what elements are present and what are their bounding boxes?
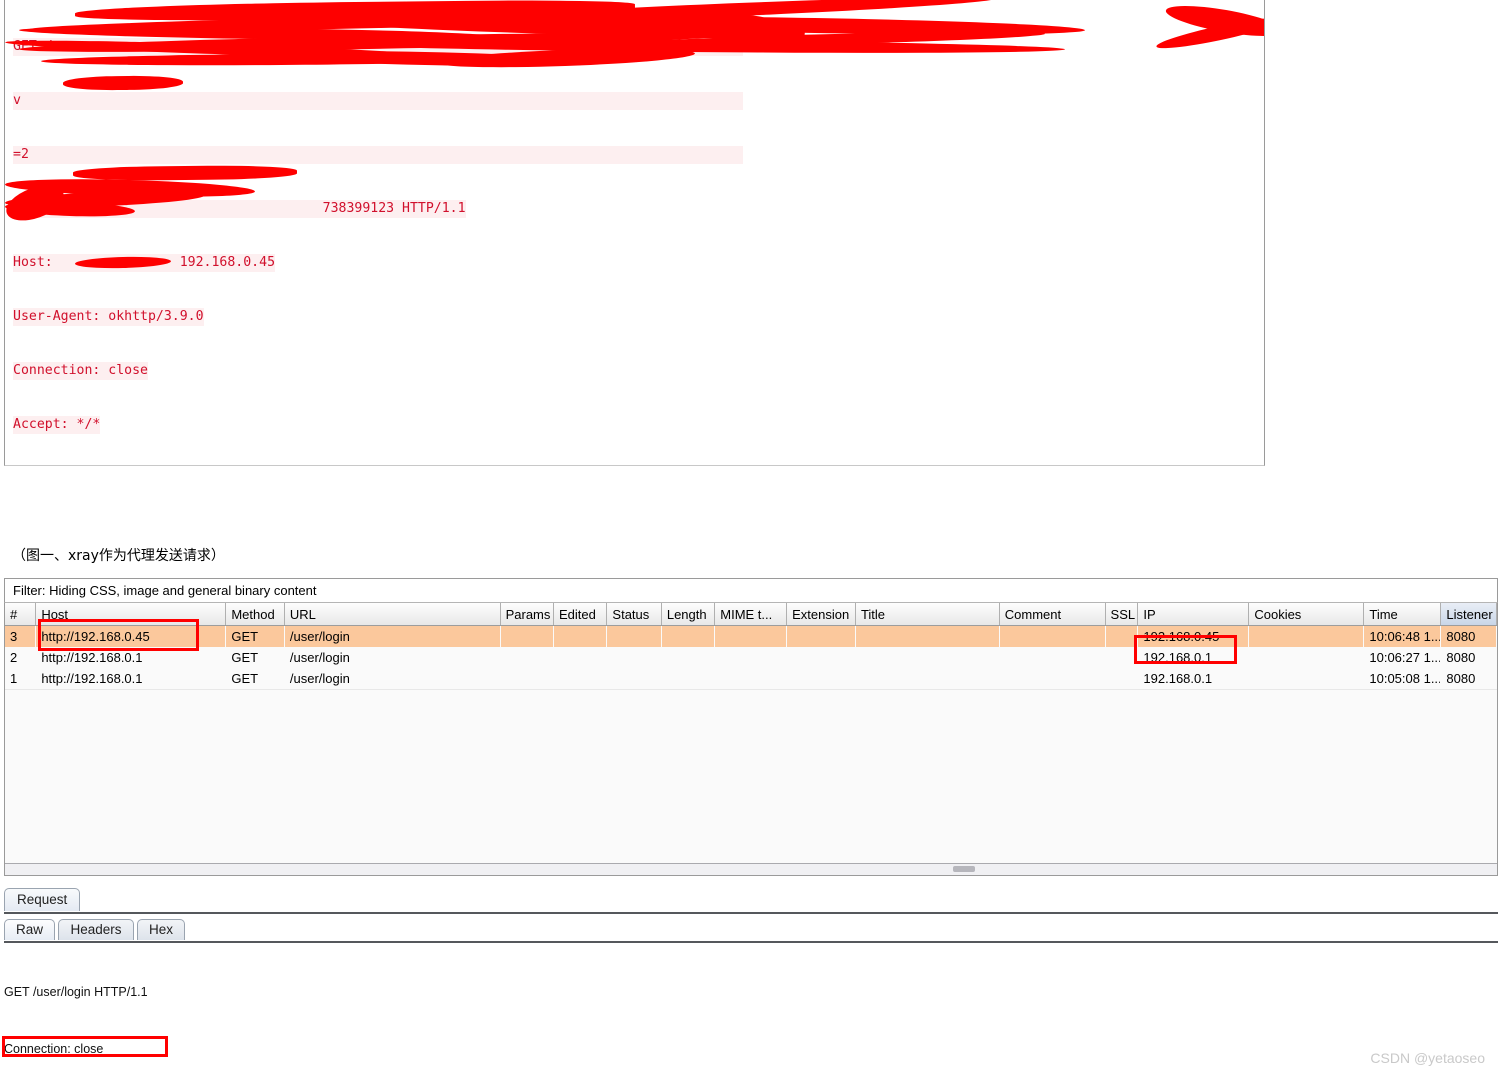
cell-extension — [786, 625, 856, 647]
col-header-status[interactable]: Status — [606, 603, 662, 626]
cell-cookies — [1249, 647, 1364, 668]
cell-ssl — [1105, 647, 1138, 668]
cell-title — [855, 625, 1000, 647]
request-line-connection: Connection: close — [13, 362, 148, 380]
horizontal-scrollbar[interactable] — [5, 863, 1497, 875]
col-header-host[interactable]: Host — [35, 603, 227, 626]
watermark: CSDN @yetaoseo — [1370, 1050, 1485, 1066]
cell-method: GET — [231, 650, 259, 665]
cell-length — [661, 668, 715, 690]
col-header-title[interactable]: Title — [855, 603, 1000, 626]
request-line-user-agent: User-Agent: okhttp/3.9.0 — [13, 308, 204, 326]
table-row[interactable]: 2 http://192.168.0.1 GET /user/login 192… — [5, 647, 1497, 668]
cell-listener: 8080 — [1440, 625, 1497, 647]
col-header-ip[interactable]: IP — [1137, 603, 1250, 626]
cell-length — [661, 625, 715, 647]
figure-caption: （图一、xray作为代理发送请求） — [12, 548, 225, 564]
cell-url: /user/login — [289, 650, 350, 665]
cell-comment — [999, 647, 1105, 668]
subtab-raw[interactable]: Raw — [4, 919, 56, 940]
cell-cookies — [1248, 625, 1364, 647]
cell-ssl — [1105, 625, 1138, 647]
col-header-url[interactable]: URL — [284, 603, 501, 626]
burp-proxy-history-window: Filter: Hiding CSS, image and general bi… — [2, 578, 1498, 1074]
cell-host: http://192.168.0.45 — [35, 625, 226, 647]
filter-bar[interactable]: Filter: Hiding CSS, image and general bi… — [4, 578, 1498, 602]
subtab-headers[interactable]: Headers — [58, 919, 134, 940]
cell-host: http://192.168.0.1 — [35, 668, 226, 690]
table-row[interactable]: 1 http://192.168.0.1 GET /user/login 192… — [5, 668, 1497, 690]
col-header-comment[interactable]: Comment — [999, 603, 1106, 626]
cell-params — [500, 668, 554, 690]
cell-ssl — [1105, 668, 1138, 690]
cell-listener: 8080 — [1446, 650, 1476, 665]
cell-comment — [999, 668, 1106, 690]
cell-num: 3 — [5, 625, 36, 647]
cell-status — [607, 647, 661, 668]
cell-method: GET — [225, 668, 285, 690]
col-header-edited[interactable]: Edited — [553, 603, 608, 626]
cell-extension — [787, 647, 856, 668]
cell-host: http://192.168.0.1 — [41, 650, 143, 665]
request-line-2: =2 — [13, 146, 744, 164]
screenshot-root: GET / v =2 — [0, 0, 1501, 1074]
request-line-1: v — [13, 92, 744, 110]
cell-time: 10:06:27 1... — [1369, 650, 1441, 665]
col-header-method[interactable]: Method — [225, 603, 285, 626]
cell-ip: 192.168.0.45 — [1137, 625, 1249, 647]
col-header-listener[interactable]: Listener — [1440, 603, 1497, 626]
cell-edited — [554, 647, 607, 668]
cell-params — [500, 647, 553, 668]
cell-method: GET — [225, 625, 285, 647]
cell-length — [661, 647, 714, 668]
cell-title — [855, 647, 999, 668]
cell-mime — [714, 668, 787, 690]
request-subtabs-row: Raw Headers Hex — [4, 917, 1498, 941]
req-body-line-0: GET /user/login HTTP/1.1 — [4, 985, 148, 999]
col-header-cookies[interactable]: Cookies — [1248, 603, 1365, 626]
cell-time: 10:06:48 1... — [1363, 625, 1441, 647]
req-body-line-1: Connection: close — [4, 1042, 104, 1056]
cell-comment — [999, 625, 1106, 647]
cell-num: 2 — [10, 650, 18, 665]
request-tabs-row: Request — [4, 886, 1498, 912]
tab-underline — [4, 912, 1498, 914]
table-row[interactable]: 3 http://192.168.0.45 GET /user/login 19… — [5, 625, 1497, 647]
col-header-num[interactable]: # — [5, 603, 37, 626]
history-table-wrapper: # Host Method URL Params Edited Status L… — [4, 602, 1498, 876]
cell-status — [606, 668, 662, 690]
col-header-length[interactable]: Length — [661, 603, 716, 626]
cell-ip: 192.168.0.1 — [1143, 650, 1213, 665]
raw-http-panel: GET / v =2 — [4, 0, 1265, 466]
cell-url: /user/login — [284, 625, 501, 647]
cell-mime — [714, 625, 787, 647]
cell-url: /user/login — [284, 668, 501, 690]
col-header-extension[interactable]: Extension — [786, 603, 856, 626]
cell-ip: 192.168.0.1 — [1137, 668, 1249, 690]
request-raw-body[interactable]: GET /user/login HTTP/1.1 Connection: clo… — [2, 943, 1498, 1074]
cell-listener: 8080 — [1440, 668, 1497, 690]
col-header-mime[interactable]: MIME t... — [714, 603, 788, 626]
raw-request-text: GET / v =2 — [5, 0, 1264, 465]
cell-edited — [553, 668, 607, 690]
table-header-row: # Host Method URL Params Edited Status L… — [5, 603, 1497, 626]
cell-num: 1 — [5, 668, 36, 690]
col-header-time[interactable]: Time — [1363, 603, 1442, 626]
col-header-ssl[interactable]: SSL — [1105, 603, 1139, 626]
cell-title — [855, 668, 1000, 690]
scrollbar-thumb[interactable] — [953, 866, 975, 872]
history-table: # Host Method URL Params Edited Status L… — [5, 603, 1497, 690]
cell-params — [500, 625, 554, 647]
cell-edited — [553, 625, 607, 647]
cell-extension — [786, 668, 856, 690]
subtab-hex[interactable]: Hex — [136, 919, 185, 940]
cell-mime — [715, 647, 787, 668]
cell-status — [606, 625, 662, 647]
cell-time: 10:05:08 1... — [1363, 668, 1441, 690]
cell-cookies — [1248, 668, 1364, 690]
col-header-params[interactable]: Params — [500, 603, 555, 626]
request-line-accept: Accept: */* — [13, 416, 101, 434]
tab-request[interactable]: Request — [4, 888, 81, 911]
